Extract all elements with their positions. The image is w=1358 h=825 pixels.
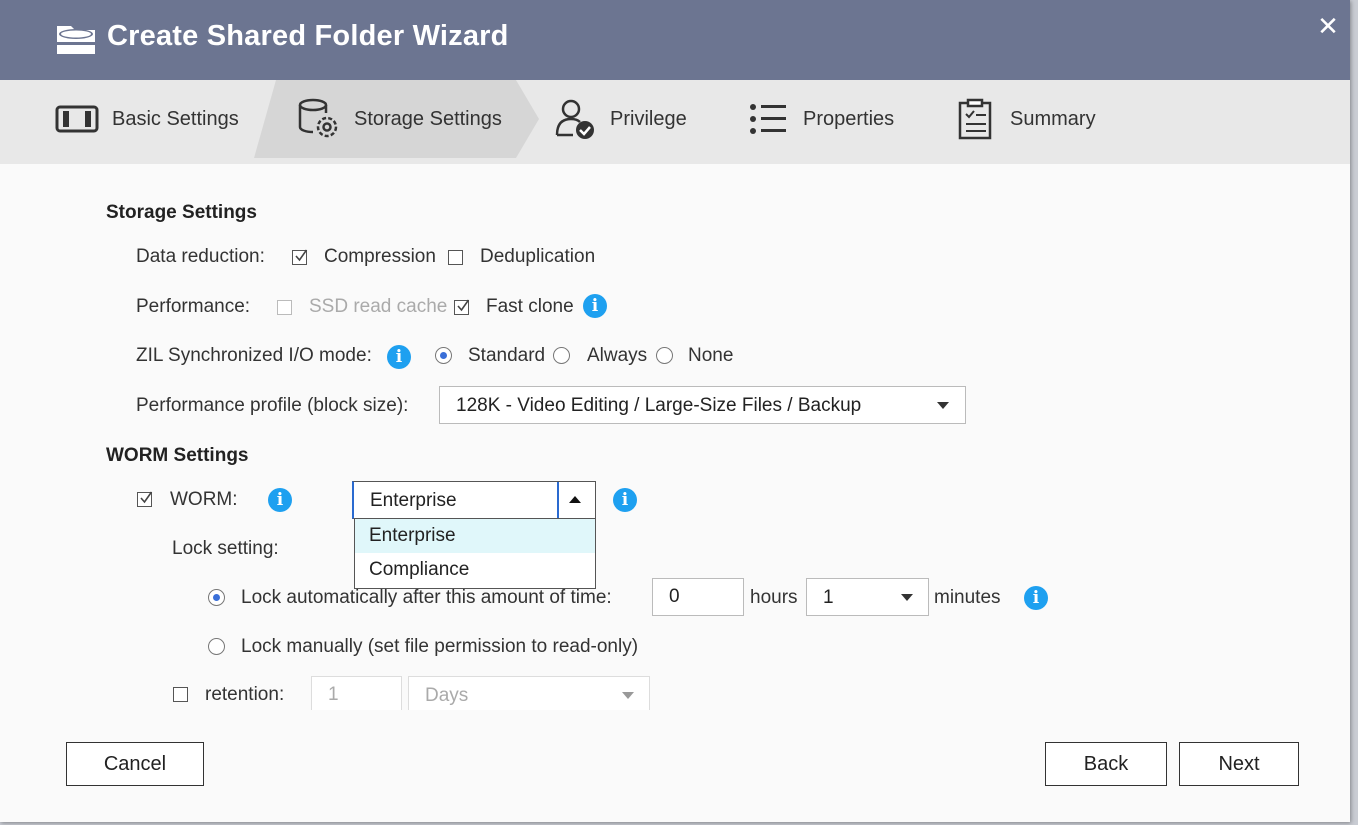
fast-clone-info-icon[interactable]: i [583, 294, 607, 318]
worm-label: WORM: [170, 489, 238, 510]
chevron-down-icon [937, 402, 949, 409]
step-privilege[interactable]: Privilege [552, 80, 687, 158]
close-icon[interactable]: ✕ [1314, 12, 1342, 40]
folder-drive-icon [54, 96, 100, 142]
retention-checkbox[interactable] [173, 687, 188, 702]
shared-folder-icon [57, 26, 95, 54]
chevron-down-icon [622, 692, 634, 699]
hours-input[interactable]: 0 [652, 578, 744, 616]
minutes-select[interactable]: 1 [806, 578, 929, 616]
step-label: Storage Settings [354, 107, 502, 130]
lock-auto-radio[interactable] [208, 589, 225, 606]
ssd-read-cache-label: SSD read cache [309, 296, 448, 317]
deduplication-label: Deduplication [480, 246, 596, 267]
clipboard-icon [952, 96, 998, 142]
dropdown-option-enterprise[interactable]: Enterprise [355, 519, 595, 553]
hours-label: hours [750, 587, 798, 608]
step-label: Summary [1010, 107, 1096, 130]
title-bar: Create Shared Folder Wizard ✕ [0, 0, 1350, 80]
fast-clone-label: Fast clone [486, 296, 574, 317]
minutes-label: minutes [934, 587, 1001, 608]
step-storage-settings[interactable]: Storage Settings [296, 80, 502, 158]
storage-gear-icon [296, 96, 342, 142]
zil-mode-label: ZIL Synchronized I/O mode: [136, 345, 372, 366]
step-basic-settings[interactable]: Basic Settings [54, 80, 239, 158]
step-properties[interactable]: Properties [745, 80, 894, 158]
zil-standard-radio[interactable] [435, 347, 452, 364]
lock-time-info-icon[interactable]: i [1024, 586, 1048, 610]
lock-auto-label: Lock automatically after this amount of … [241, 587, 612, 608]
worm-checkbox[interactable] [137, 491, 153, 507]
zil-info-icon[interactable]: i [387, 345, 411, 369]
worm-settings-heading: WORM Settings [106, 445, 249, 466]
back-button[interactable]: Back [1045, 742, 1167, 786]
wizard-dialog: Create Shared Folder Wizard ✕ Basic Sett… [0, 0, 1350, 822]
retention-unit-value: Days [425, 685, 469, 706]
chevron-up-icon [569, 496, 581, 503]
worm-mode-info-icon[interactable]: i [613, 488, 637, 512]
data-reduction-label: Data reduction: [136, 246, 265, 267]
worm-info-icon[interactable]: i [268, 488, 292, 512]
select-divider [557, 482, 559, 518]
dropdown-option-compliance[interactable]: Compliance [355, 553, 595, 587]
cancel-button[interactable]: Cancel [66, 742, 204, 786]
storage-settings-heading: Storage Settings [106, 202, 257, 223]
lock-manual-label: Lock manually (set file permission to re… [241, 636, 639, 657]
next-button[interactable]: Next [1179, 742, 1299, 786]
zil-standard-label: Standard [468, 345, 546, 366]
compression-checkbox[interactable] [292, 249, 308, 265]
zil-always-radio[interactable] [553, 347, 570, 364]
retention-unit-select[interactable]: Days [408, 676, 650, 712]
user-check-icon [552, 96, 598, 142]
performance-profile-value: 128K - Video Editing / Large-Size Files … [456, 395, 862, 416]
ssd-read-cache-checkbox[interactable] [277, 300, 292, 315]
lock-manual-radio[interactable] [208, 638, 225, 655]
zil-always-label: Always [587, 345, 648, 366]
minutes-value: 1 [823, 587, 834, 608]
zil-none-radio[interactable] [656, 347, 673, 364]
fast-clone-checkbox[interactable] [454, 299, 470, 315]
step-label: Properties [803, 107, 895, 130]
worm-mode-select[interactable]: Enterprise [352, 481, 596, 519]
retention-label: retention: [205, 684, 285, 705]
list-icon [745, 96, 791, 142]
retention-input[interactable]: 1 [311, 676, 402, 712]
worm-mode-value: Enterprise [370, 490, 457, 511]
step-label: Privilege [610, 107, 687, 130]
worm-mode-dropdown: Enterprise Compliance [354, 518, 596, 589]
performance-profile-select[interactable]: 128K - Video Editing / Large-Size Files … [439, 386, 966, 424]
deduplication-checkbox[interactable] [448, 250, 463, 265]
chevron-down-icon [901, 594, 913, 601]
step-summary[interactable]: Summary [952, 80, 1096, 158]
dialog-title: Create Shared Folder Wizard [107, 20, 509, 52]
compression-label: Compression [324, 246, 436, 267]
zil-none-label: None [688, 345, 734, 366]
step-label: Basic Settings [112, 107, 239, 130]
performance-label: Performance: [136, 296, 251, 317]
wizard-steps: Basic Settings Storage Settings Privileg… [0, 80, 1350, 164]
performance-profile-label: Performance profile (block size): [136, 395, 409, 416]
lock-setting-label: Lock setting: [172, 538, 279, 559]
